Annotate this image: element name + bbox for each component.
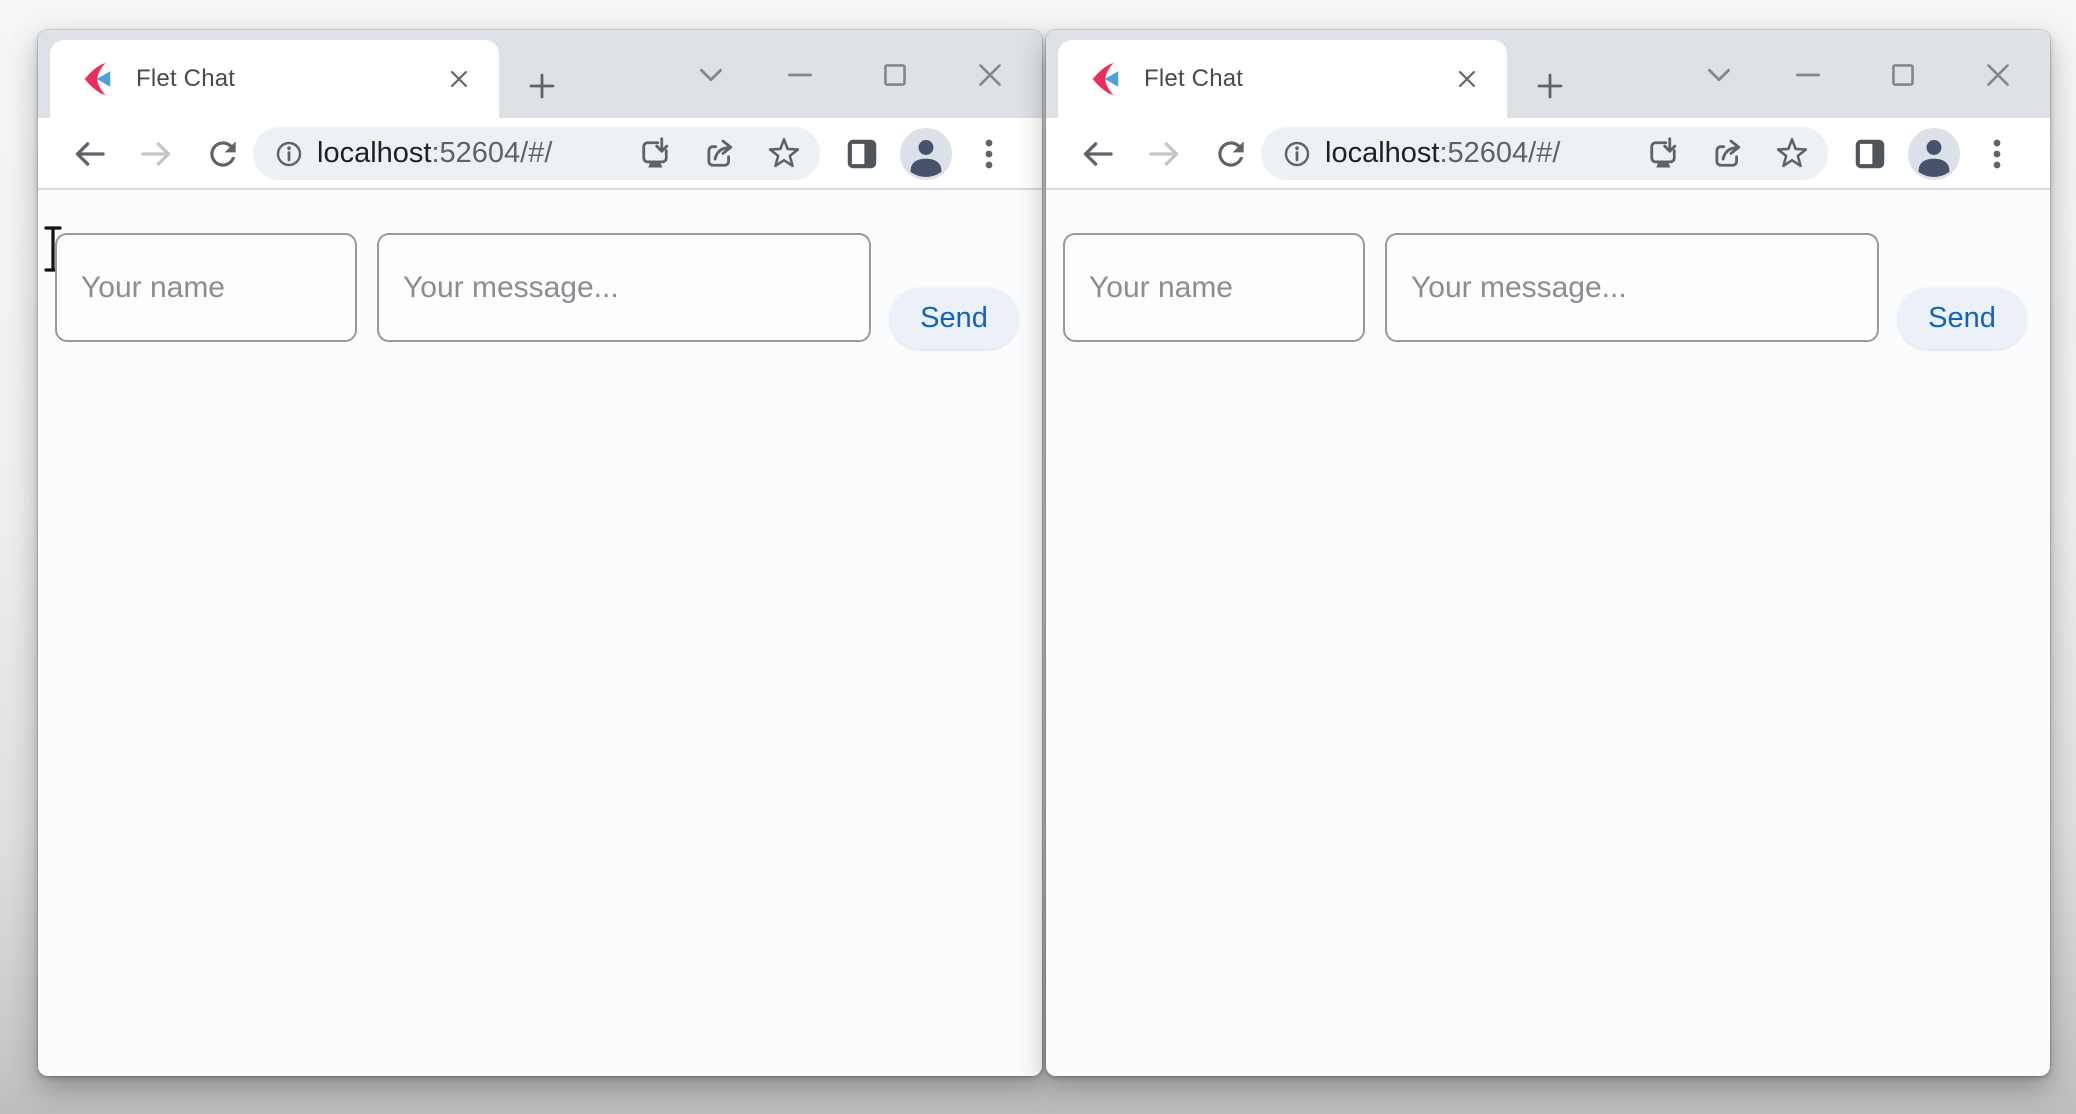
tab-title: Flet Chat [1144,65,1453,93]
minimize-button[interactable] [1791,58,1825,92]
tab-strip: Flet Chat [1046,30,2050,118]
browser-window-right: Flet Chat localhost:52604/#/ Send [1046,30,2050,1076]
install-app-icon[interactable] [1645,136,1681,172]
tab-strip: Flet Chat [38,30,1042,118]
forward-button[interactable] [1145,135,1183,173]
new-tab-button[interactable] [1534,70,1566,102]
browser-window-left: Flet Chat localhost:52604/#/ Send [38,30,1042,1076]
kebab-menu-icon[interactable] [981,135,997,173]
url-host: localhost [317,137,431,169]
browser-tab[interactable]: Flet Chat [1058,40,1507,118]
flet-logo-icon [1088,60,1126,98]
address-bar[interactable]: localhost:52604/#/ [1261,127,1828,180]
tab-close-icon[interactable] [1453,65,1481,93]
install-app-icon[interactable] [637,136,673,172]
chevron-down-icon[interactable] [1702,58,1736,92]
profile-avatar[interactable] [900,128,952,180]
maximize-button[interactable] [1886,58,1920,92]
url-path: :52604/#/ [1439,137,1560,169]
forward-button[interactable] [137,135,175,173]
address-bar[interactable]: localhost:52604/#/ [253,127,820,180]
page-content: Send [1046,190,2050,1076]
reload-button[interactable] [1212,135,1250,173]
url-host: localhost [1325,137,1439,169]
url-path: :52604/#/ [431,137,552,169]
url-text: localhost:52604/#/ [1325,127,1560,180]
browser-toolbar: localhost:52604/#/ [1046,118,2050,190]
share-icon[interactable] [701,136,737,172]
chevron-down-icon[interactable] [694,58,728,92]
tab-close-icon[interactable] [445,65,473,93]
bookmark-star-icon[interactable] [766,136,802,172]
message-input[interactable] [377,233,871,342]
back-button[interactable] [71,135,109,173]
send-button[interactable]: Send [1898,288,2026,349]
new-tab-button[interactable] [526,70,558,102]
bookmark-star-icon[interactable] [1774,136,1810,172]
page-content: Send [38,190,1042,1076]
maximize-button[interactable] [878,58,912,92]
flet-logo-icon [80,60,118,98]
name-input[interactable] [55,233,357,342]
share-icon[interactable] [1709,136,1745,172]
minimize-button[interactable] [783,58,817,92]
close-button[interactable] [1981,58,2015,92]
name-input[interactable] [1063,233,1365,342]
close-button[interactable] [973,58,1007,92]
side-panel-icon[interactable] [843,135,881,173]
back-button[interactable] [1079,135,1117,173]
site-info-icon[interactable] [273,138,305,170]
reload-button[interactable] [204,135,242,173]
send-button[interactable]: Send [890,288,1018,349]
kebab-menu-icon[interactable] [1989,135,2005,173]
browser-tab[interactable]: Flet Chat [50,40,499,118]
message-input[interactable] [1385,233,1879,342]
tab-title: Flet Chat [136,65,445,93]
site-info-icon[interactable] [1281,138,1313,170]
browser-toolbar: localhost:52604/#/ [38,118,1042,190]
side-panel-icon[interactable] [1851,135,1889,173]
url-text: localhost:52604/#/ [317,127,552,180]
profile-avatar[interactable] [1908,128,1960,180]
